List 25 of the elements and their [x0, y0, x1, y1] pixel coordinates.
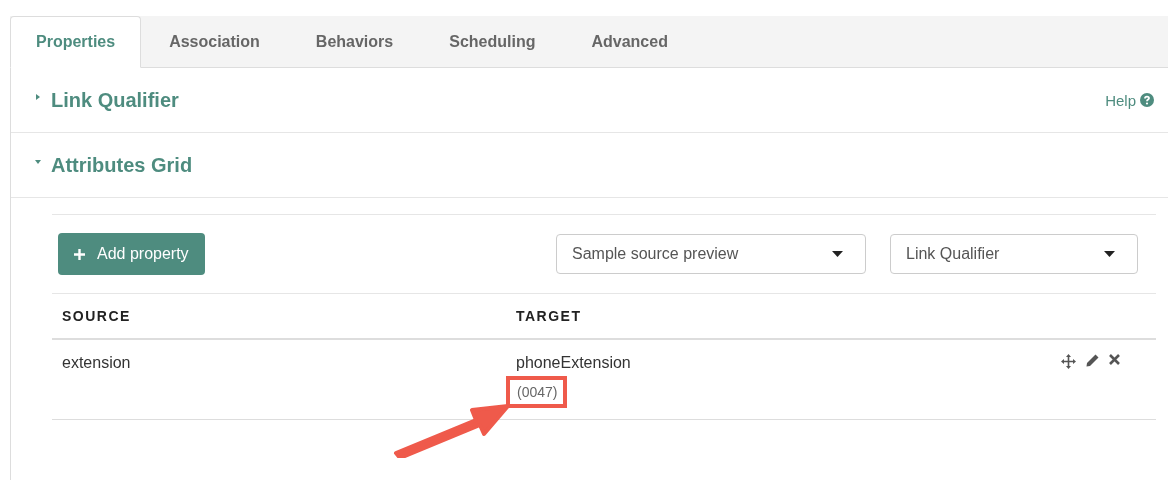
- help-link[interactable]: Help: [1105, 91, 1154, 109]
- caret-icon: [1104, 251, 1115, 257]
- tab[interactable]: Scheduling: [421, 16, 564, 68]
- plus-icon: [74, 248, 85, 260]
- table-cell: (0047): [516, 384, 558, 400]
- caret-icon: [832, 251, 843, 257]
- dropdown[interactable]: Sample source preview: [556, 234, 866, 274]
- table-cell: phoneExtension: [516, 354, 631, 372]
- column-header: TARGET: [516, 308, 582, 324]
- dropdown[interactable]: Link Qualifier: [890, 234, 1138, 274]
- section-title[interactable]: Attributes Grid: [51, 153, 193, 177]
- tab[interactable]: Properties: [10, 16, 142, 68]
- caret-icon[interactable]: [35, 94, 41, 100]
- tab[interactable]: Behaviors: [287, 16, 422, 68]
- move-icon[interactable]: [1061, 354, 1076, 369]
- pencil-icon[interactable]: [1086, 354, 1099, 367]
- tab[interactable]: Association: [141, 16, 288, 68]
- section-title[interactable]: Link Qualifier: [51, 88, 179, 112]
- add-property-button[interactable]: Add property: [58, 233, 205, 275]
- caret-icon[interactable]: [35, 159, 41, 165]
- column-header: SOURCE: [61, 308, 132, 324]
- close-icon[interactable]: [1109, 354, 1120, 365]
- help-icon: [1140, 93, 1154, 107]
- tab[interactable]: Advanced: [563, 16, 696, 68]
- table-cell-text: extension: [61, 354, 132, 373]
